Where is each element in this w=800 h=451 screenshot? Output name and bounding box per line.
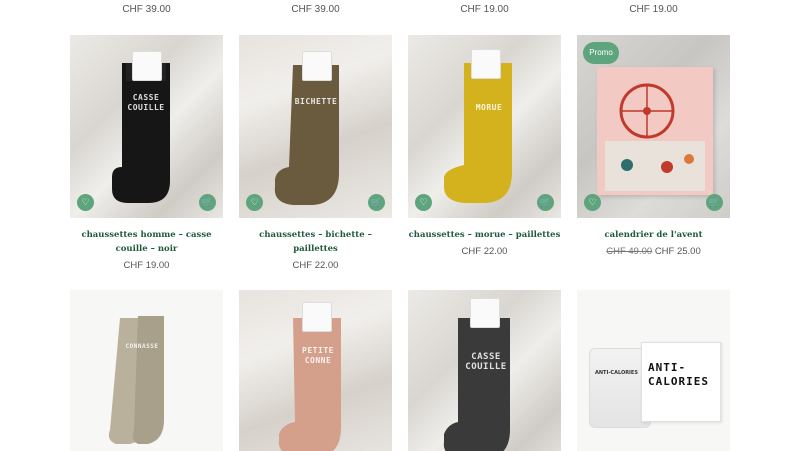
- promo-badge: Promo: [583, 42, 619, 64]
- product-title[interactable]: chaussettes homme – casse couille – noir: [70, 228, 223, 256]
- product-price-group: CHF 49.00 CHF 25.00: [577, 246, 730, 257]
- product-price: CHF 19.00: [629, 4, 678, 15]
- product-price: CHF 22.00: [292, 260, 339, 271]
- product-tag: [302, 51, 332, 81]
- cart-icon[interactable]: 🛒: [537, 194, 554, 211]
- product-card[interactable]: PETITE CONNE: [239, 290, 392, 451]
- candle-box: ANTI- CALORIES: [641, 342, 721, 422]
- sock-text: CONNASSE: [125, 343, 159, 350]
- product-title[interactable]: calendrier de l'avent: [577, 228, 730, 242]
- candle-label: ANTI-CALORIES: [595, 370, 638, 376]
- product-image[interactable]: CASSE COUILLE: [408, 290, 561, 451]
- cart-icon[interactable]: 🛒: [368, 194, 385, 211]
- sock-text: CASSE COUILLE: [127, 93, 165, 112]
- sock-text: PETITE CONNE: [302, 346, 334, 365]
- product-image[interactable]: CONNASSE: [70, 290, 223, 451]
- product-card[interactable]: BICHETTE ♡ 🛒 chaussettes – bichette – pa…: [239, 35, 392, 271]
- sock-text: MORUE: [475, 103, 503, 112]
- product-image[interactable]: CASSE COUILLE ♡ 🛒: [70, 35, 223, 218]
- product-price: CHF 39.00: [291, 4, 340, 15]
- heart-icon[interactable]: ♡: [77, 194, 94, 211]
- product-title[interactable]: chaussettes – morue – paillettes: [408, 228, 561, 242]
- product-tag: [302, 302, 332, 332]
- product-image[interactable]: MORUE ♡ 🛒: [408, 35, 561, 218]
- cart-icon[interactable]: 🛒: [199, 194, 216, 211]
- product-card[interactable]: ANTI-CALORIES ANTI- CALORIES: [577, 290, 730, 451]
- product-title[interactable]: chaussettes – bichette – paillettes: [239, 228, 392, 256]
- product-tag: [470, 298, 500, 328]
- product-price: CHF 19.00: [123, 260, 170, 271]
- product-card[interactable]: Promo ♡ 🛒 calendrier de l'avent CHF 49.0…: [577, 35, 730, 257]
- sock-text: CASSE COUILLE: [465, 352, 507, 372]
- product-card[interactable]: CASSE COUILLE: [408, 290, 561, 451]
- product-price: CHF 22.00: [461, 246, 508, 257]
- heart-icon[interactable]: ♡: [584, 194, 601, 211]
- product-image[interactable]: PETITE CONNE: [239, 290, 392, 451]
- sock-text: BICHETTE: [294, 97, 338, 106]
- product-card[interactable]: CASSE COUILLE ♡ 🛒 chaussettes homme – ca…: [70, 35, 223, 271]
- product-card[interactable]: CONNASSE: [70, 290, 223, 451]
- product-tag: [132, 51, 162, 81]
- advent-calendar-image: [597, 67, 713, 195]
- cart-icon[interactable]: 🛒: [706, 194, 723, 211]
- product-price: CHF 19.00: [460, 4, 509, 15]
- product-price: CHF 39.00: [122, 4, 171, 15]
- sock-image: [108, 316, 164, 444]
- candle-box-text: ANTI- CALORIES: [648, 361, 709, 388]
- product-tag: [471, 49, 501, 79]
- heart-icon[interactable]: ♡: [415, 194, 432, 211]
- product-card[interactable]: MORUE ♡ 🛒 chaussettes – morue – paillett…: [408, 35, 561, 257]
- product-image[interactable]: BICHETTE ♡ 🛒: [239, 35, 392, 218]
- sale-price: CHF 25.00: [654, 246, 701, 257]
- old-price: CHF 49.00: [606, 246, 653, 257]
- product-image[interactable]: Promo ♡ 🛒: [577, 35, 730, 218]
- product-image[interactable]: ANTI-CALORIES ANTI- CALORIES: [577, 290, 730, 451]
- heart-icon[interactable]: ♡: [246, 194, 263, 211]
